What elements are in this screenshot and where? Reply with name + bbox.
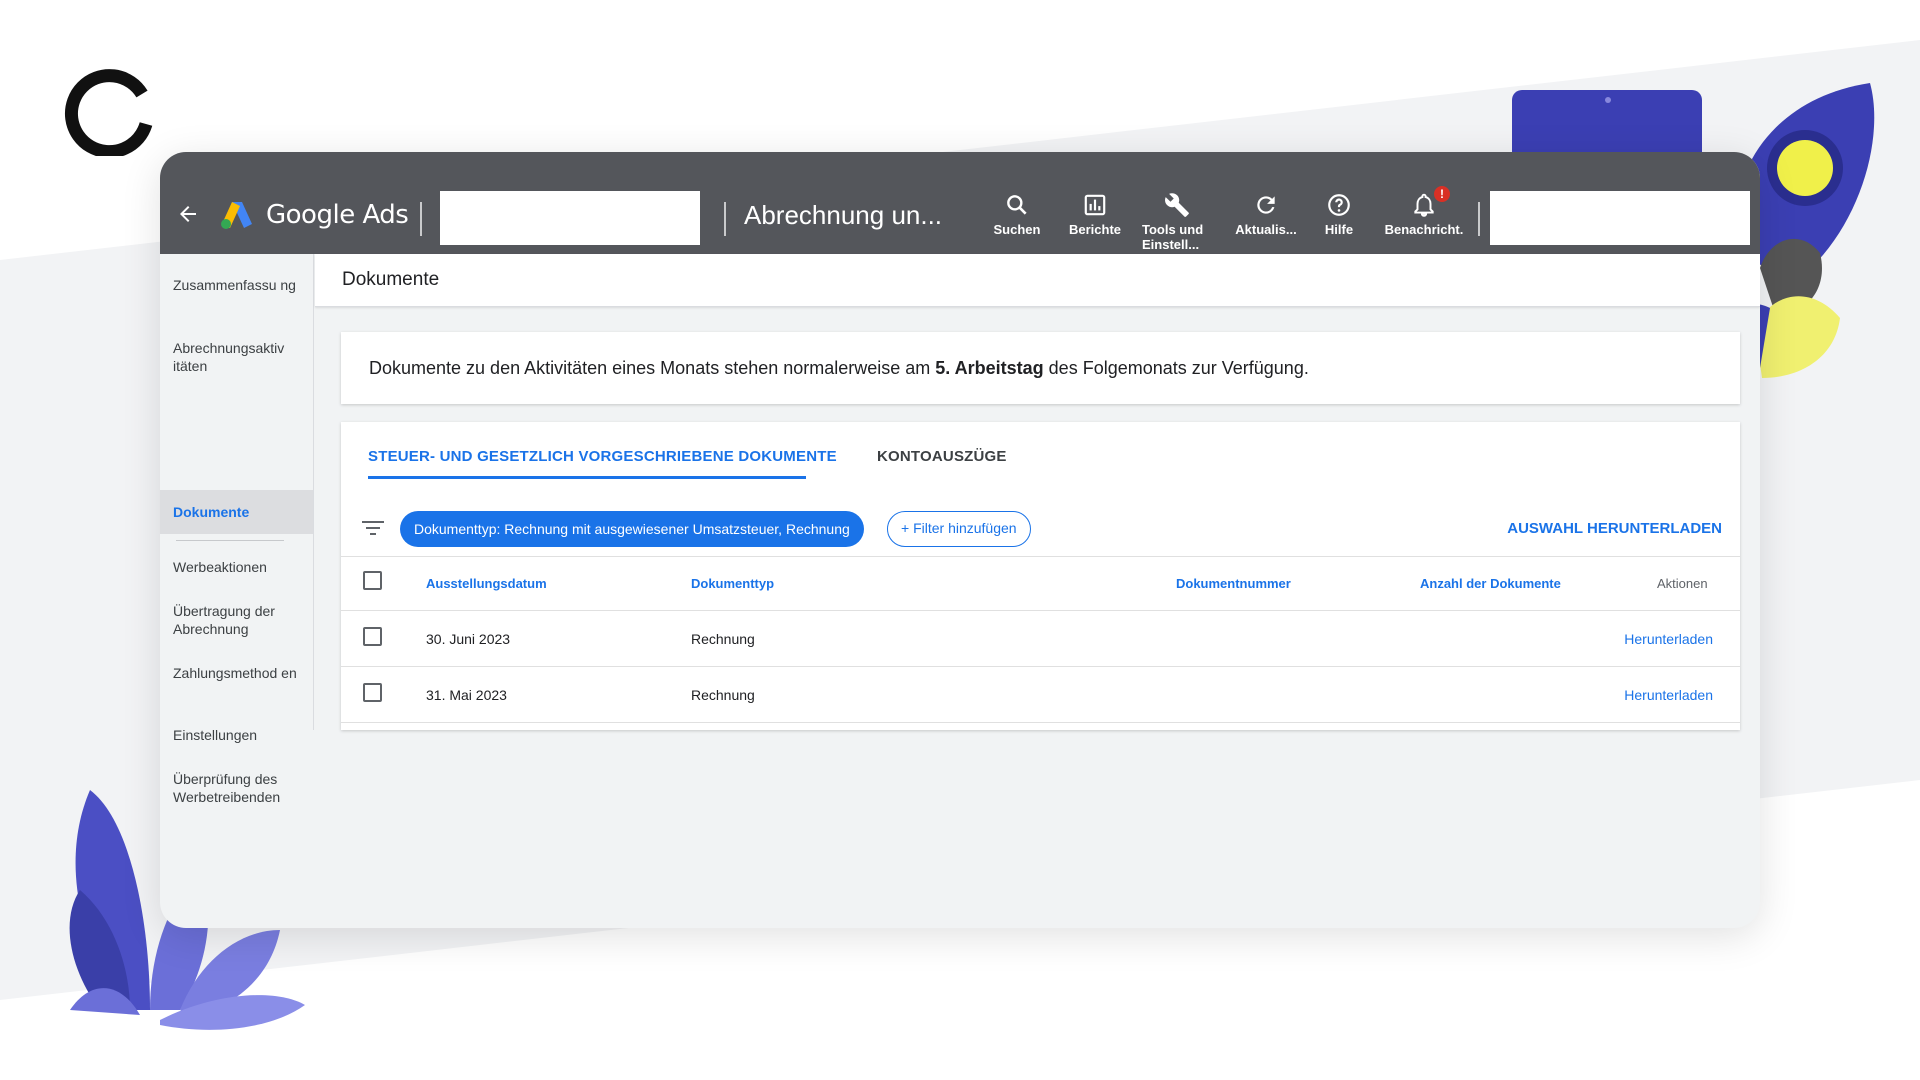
google-ads-window: Google Ads Abrechnung un... Suchen Beric… [160, 152, 1760, 928]
tools-settings-button[interactable]: Tools und Einstell... [1142, 190, 1218, 252]
info-suffix: des Folgemonats zur Verfügung. [1043, 358, 1309, 378]
content-header: Dokumente [315, 254, 1760, 307]
sidebar-item-abrechnungsaktivitaeten[interactable]: Abrechnungsaktiv itäten [173, 339, 303, 375]
main-content: Dokumente Dokumente zu den Aktivitäten e… [315, 254, 1760, 730]
wrench-icon [1165, 193, 1189, 217]
divider [341, 610, 1740, 611]
reports-button[interactable]: Berichte [1062, 190, 1128, 238]
reports-icon [1084, 194, 1106, 216]
help-button[interactable]: Hilfe [1316, 190, 1362, 238]
page-title: Dokumente [342, 269, 440, 290]
notification-badge: ! [1434, 186, 1450, 202]
back-arrow-icon[interactable] [174, 200, 202, 228]
divider [420, 202, 422, 236]
divider [1478, 202, 1480, 236]
account-selector[interactable] [440, 191, 700, 245]
column-header-count[interactable]: Anzahl der Dokumente [1420, 576, 1561, 591]
filter-chip-document-type[interactable]: Dokumenttyp: Rechnung mit ausgewiesener … [400, 511, 864, 547]
divider [341, 722, 1740, 723]
divider [341, 666, 1740, 667]
refresh-button[interactable]: Aktualis... [1230, 190, 1302, 238]
toolbar-label: Hilfe [1324, 222, 1354, 237]
active-tab-indicator [368, 476, 806, 479]
info-bold: 5. Arbeitstag [935, 358, 1044, 378]
column-header-actions: Aktionen [1657, 576, 1708, 591]
toolbar-label: Suchen [993, 222, 1041, 237]
toolbar-label: Aktualis... [1235, 222, 1297, 237]
select-all-checkbox[interactable] [363, 571, 382, 590]
row-type: Rechnung [691, 687, 755, 703]
row-checkbox[interactable] [363, 627, 382, 646]
sidebar-divider [176, 540, 284, 541]
refresh-icon [1257, 196, 1275, 214]
account-info-box[interactable] [1490, 191, 1750, 245]
google-ads-logo-icon [221, 202, 252, 229]
column-header-type[interactable]: Dokumenttyp [691, 576, 774, 591]
sidebar-item-dokumente[interactable]: Dokumente [173, 503, 303, 521]
toolbar-label: Berichte [1068, 222, 1122, 237]
search-button[interactable]: Suchen [986, 190, 1048, 238]
filter-icon[interactable] [361, 519, 385, 537]
brand-logo-icon [65, 69, 153, 156]
search-icon [1007, 195, 1027, 215]
download-link[interactable]: Herunterladen [1624, 687, 1713, 703]
tab-tax-documents[interactable]: STEUER- UND GESETZLICH VORGESCHRIEBENE D… [368, 448, 837, 465]
row-date: 30. Juni 2023 [426, 631, 511, 647]
page-breadcrumb: Abrechnung un... [744, 200, 943, 230]
toolbar-label: Benachricht. [1384, 222, 1464, 237]
column-header-number[interactable]: Dokumentnummer [1176, 576, 1291, 591]
row-date: 31. Mai 2023 [426, 687, 507, 703]
top-app-bar: Google Ads Abrechnung un... Suchen Beric… [160, 152, 1760, 254]
sidebar-item-einstellungen[interactable]: Einstellungen [173, 726, 303, 744]
info-card: Dokumente zu den Aktivitäten eines Monat… [341, 332, 1740, 404]
divider [341, 556, 1740, 557]
sidebar-item-ueberpruefung[interactable]: Überprüfung des Werbetreibenden [173, 770, 303, 806]
divider [724, 202, 726, 236]
toolbar-label-line2: Einstell... [1142, 237, 1200, 252]
column-header-date[interactable]: Ausstellungsdatum [426, 576, 547, 591]
info-prefix: Dokumente zu den Aktivitäten eines Monat… [369, 358, 936, 378]
sidebar-item-zusammenfassung[interactable]: Zusammenfassu ng [173, 276, 303, 294]
notifications-button[interactable]: ! Benachricht. [1382, 186, 1466, 238]
download-selection-button[interactable]: AUSWAHL HERUNTERLADEN [1507, 520, 1722, 537]
help-icon [1328, 194, 1350, 216]
tab-account-statements[interactable]: KONTOAUSZÜGE [877, 448, 1007, 465]
product-name: Google Ads [266, 200, 409, 230]
documents-card: STEUER- UND GESETZLICH VORGESCHRIEBENE D… [341, 422, 1740, 730]
info-message: Dokumente zu den Aktivitäten eines Monat… [369, 358, 1309, 379]
sidebar-item-zahlungsmethoden[interactable]: Zahlungsmethod en [173, 664, 303, 682]
toolbar-label: Tools und [1142, 222, 1204, 237]
billing-sidebar: Zusammenfassu ng Abrechnungsaktiv itäten… [160, 254, 314, 805]
row-checkbox[interactable] [363, 683, 382, 702]
row-type: Rechnung [691, 631, 755, 647]
download-link[interactable]: Herunterladen [1624, 631, 1713, 647]
sidebar-item-werbeaktionen[interactable]: Werbeaktionen [173, 558, 303, 576]
add-filter-button[interactable]: + Filter hinzufügen [887, 511, 1031, 547]
sidebar-item-uebertragung[interactable]: Übertragung der Abrechnung [173, 602, 303, 638]
